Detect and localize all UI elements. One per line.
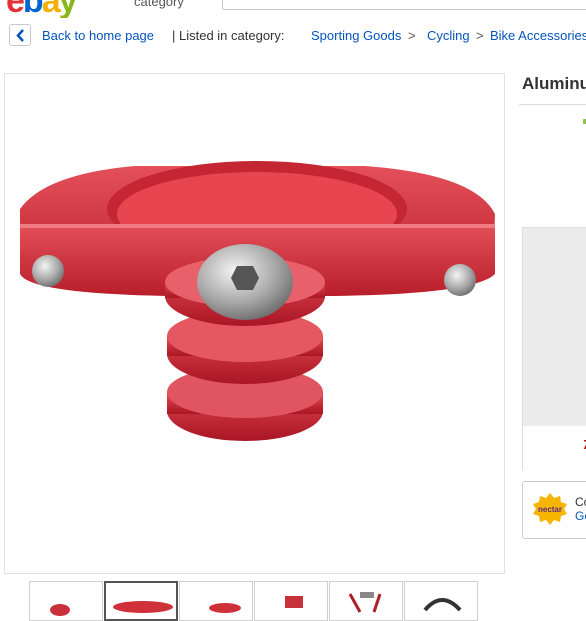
chevron-left-icon xyxy=(16,29,24,42)
thumbnail-1[interactable] xyxy=(29,581,103,621)
nectar-text-line1: Co xyxy=(575,495,586,509)
nectar-promo[interactable]: nectar Co Ge xyxy=(522,481,586,539)
back-to-home-link[interactable]: Back to home page xyxy=(42,28,154,43)
nectar-logo-icon: nectar xyxy=(533,493,567,525)
listed-in-category-label: | Listed in category: xyxy=(172,28,285,43)
listing-title: Aluminum xyxy=(522,74,586,93)
svg-text:nectar: nectar xyxy=(538,505,562,514)
price-area: 7 xyxy=(523,426,586,470)
main-product-image[interactable] xyxy=(4,73,505,574)
thumbnail-3[interactable] xyxy=(179,581,253,621)
breadcrumb-separator: > xyxy=(408,28,416,43)
breadcrumb: Back to home page | Listed in category: … xyxy=(9,24,586,48)
thumbnail-5[interactable] xyxy=(329,581,403,621)
price-panel: 7 xyxy=(522,227,586,470)
back-button[interactable] xyxy=(9,24,31,46)
top-header: ebay category xyxy=(0,0,586,18)
nectar-text-line2[interactable]: Ge xyxy=(575,509,586,523)
breadcrumb-cycling[interactable]: Cycling xyxy=(427,28,470,43)
breadcrumb-sporting-goods[interactable]: Sporting Goods xyxy=(311,28,401,43)
ebay-logo[interactable]: ebay xyxy=(6,0,78,18)
breadcrumb-separator: > xyxy=(476,28,484,43)
thumbnail-2[interactable] xyxy=(104,581,178,621)
search-input[interactable] xyxy=(222,0,586,10)
breadcrumb-bike-accessories[interactable]: Bike Accessories xyxy=(490,28,586,43)
thumbnail-6[interactable] xyxy=(404,581,478,621)
thumbnail-4[interactable] xyxy=(254,581,328,621)
thumbnail-strip xyxy=(29,581,489,621)
title-divider xyxy=(519,104,586,105)
product-photo-clamp xyxy=(20,161,495,441)
category-dropdown-label[interactable]: category xyxy=(134,0,184,9)
